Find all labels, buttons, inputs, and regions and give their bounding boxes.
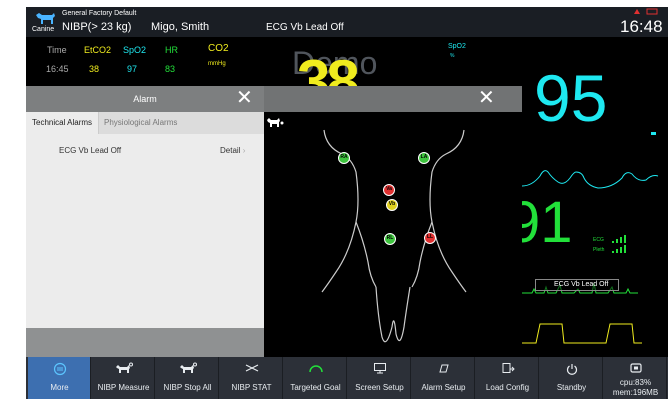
close-icon[interactable]: ✕ (236, 88, 253, 108)
patient-name[interactable]: Migo, Smith (151, 21, 209, 33)
alarm-dialog-footer (26, 328, 264, 357)
alarm-item-detail-button[interactable]: Detail › (220, 146, 245, 155)
etco2-label: EtCO2 (84, 45, 112, 55)
electrode-la: LA (418, 152, 430, 164)
clock: 16:48 (620, 17, 663, 36)
chevron-right-icon: › (242, 146, 246, 155)
monitor-screen: Canine General Factory Default NIBP(> 23… (26, 7, 668, 399)
alarm-indicator-icon (634, 8, 658, 15)
co2-label[interactable]: CO2 (208, 43, 229, 54)
load-icon (476, 362, 539, 376)
electrode-label: Vb (388, 201, 396, 207)
ecg-lead-off-text: ECG Vb Lead Off (554, 281, 609, 288)
co2-unit: mmHg (208, 61, 226, 67)
electrode-ll: LL (424, 232, 436, 244)
status-header: Canine General Factory Default NIBP(> 23… (26, 7, 668, 37)
gauge-icon (284, 362, 347, 376)
pleth-waveform (522, 170, 659, 189)
patient-type: Canine (32, 26, 55, 33)
electrode-label: LA (420, 154, 428, 160)
alarm-dialog-title: Alarm (133, 94, 157, 104)
spo2-value-large[interactable]: 95 (534, 63, 607, 133)
monitor-icon (348, 362, 411, 376)
hr-label: HR (165, 45, 178, 55)
toolbar-button-nibp-measure[interactable]: NIBP Measure (92, 357, 155, 399)
alarm-dialog: Alarm ✕ Technical Alarms Physiological A… (26, 86, 264, 357)
bell-icon (412, 362, 475, 376)
nibp-mode[interactable]: NIBP(> 23 kg) (62, 21, 131, 33)
electrode-label: Va (386, 186, 392, 192)
toolbar-button-load-config[interactable]: Load Config (476, 357, 539, 399)
toolbar-button-alarm-setup[interactable]: Alarm Setup (412, 357, 475, 399)
toolbar-button-label: Alarm Setup (421, 383, 466, 392)
alarm-dialog-titlebar: Alarm ✕ (26, 86, 264, 112)
electrode-ra: RA (338, 152, 350, 164)
electrode-vb: Vb (386, 199, 398, 211)
toolbar-button-more[interactable]: More (28, 357, 91, 399)
toolbar-button-targeted-goal[interactable]: Targeted Goal (284, 357, 347, 399)
signal-bars-icon (612, 235, 626, 253)
ecg-lead-off-box: ECG Vb Lead Off (535, 279, 619, 291)
toolbar-button-label: More (50, 383, 69, 392)
co2-waveform (522, 323, 642, 344)
close-icon[interactable]: ✕ (478, 88, 495, 108)
toolbar-button-label: Load Config (485, 383, 530, 392)
lead-dialog-titlebar: ✕ (264, 86, 522, 112)
lead-placement-dialog: ✕ RA LA Va Vb RL LL (264, 86, 522, 357)
spo2-wave-label: SpO2 (448, 43, 466, 50)
spo2-wave-unit: % (450, 53, 455, 59)
bottom-toolbar: More NIBP Measure NIBP Stop All NIBP STAT Ta… (26, 357, 668, 399)
more-icon (28, 362, 91, 376)
electrode-label: LL (426, 234, 434, 240)
dog-icon (36, 13, 55, 24)
toolbar-button-label: NIBP STAT (231, 383, 272, 392)
toolbar-button-label: NIBP Measure (97, 383, 150, 392)
spo2-value: 97 (127, 64, 138, 74)
nibp-stat-icon (220, 362, 283, 376)
spo2-label: SpO2 (123, 45, 147, 55)
alarm-tab-bar: Technical Alarms Physiological Alarms (26, 112, 264, 134)
electrode-label: RA (340, 154, 348, 160)
toolbar-button-nibp-stop-all[interactable]: NIBP Stop All (156, 357, 219, 399)
alarm-item-detail-label: Detail (220, 146, 241, 155)
hr-value: 83 (165, 64, 176, 74)
toolbar-button-label: Standby (556, 383, 587, 392)
electrode-rl: RL (384, 233, 396, 245)
time-label: Time (47, 45, 67, 55)
etco2-value: 38 (89, 64, 100, 74)
toolbar-button-screen-setup[interactable]: Screen Setup (348, 357, 411, 399)
ecg-sound-label: ECG (593, 237, 604, 243)
toolbar-button-nibp-stat[interactable]: NIBP STAT (220, 357, 283, 399)
toolbar-button-label: cpu:83% (619, 378, 652, 387)
alarm-list-item[interactable]: ECG Vb Lead Off Detail › (26, 144, 264, 160)
toolbar-button-cpu-83[interactable]: cpu:83% mem:196MB (604, 357, 667, 399)
nibp-dog-icon (92, 362, 155, 376)
time-value: 16:45 (46, 64, 69, 74)
tab-physiological-alarms[interactable]: Physiological Alarms (98, 112, 183, 134)
config-name[interactable]: General Factory Default (62, 10, 136, 17)
alarm-message[interactable]: ECG Vb Lead Off (266, 22, 344, 33)
power-icon (540, 362, 603, 376)
electrode-va: Va (383, 184, 395, 196)
electrode-label: RL (386, 235, 394, 241)
toolbar-button-label-2: mem:196MB (612, 388, 659, 397)
nibp-dog-icon (156, 362, 219, 376)
spo2-bar (651, 132, 656, 135)
pleth-sound-label: Pleth (593, 247, 605, 253)
tab-technical-alarms[interactable]: Technical Alarms (26, 112, 100, 134)
chip-icon (604, 362, 667, 376)
toolbar-button-label: Targeted Goal (290, 383, 341, 392)
toolbar-button-label: Screen Setup (355, 383, 404, 392)
toolbar-button-label: NIBP Stop All (163, 383, 212, 392)
alarm-item-text: ECG Vb Lead Off (59, 146, 122, 155)
toolbar-button-standby[interactable]: Standby (540, 357, 603, 399)
